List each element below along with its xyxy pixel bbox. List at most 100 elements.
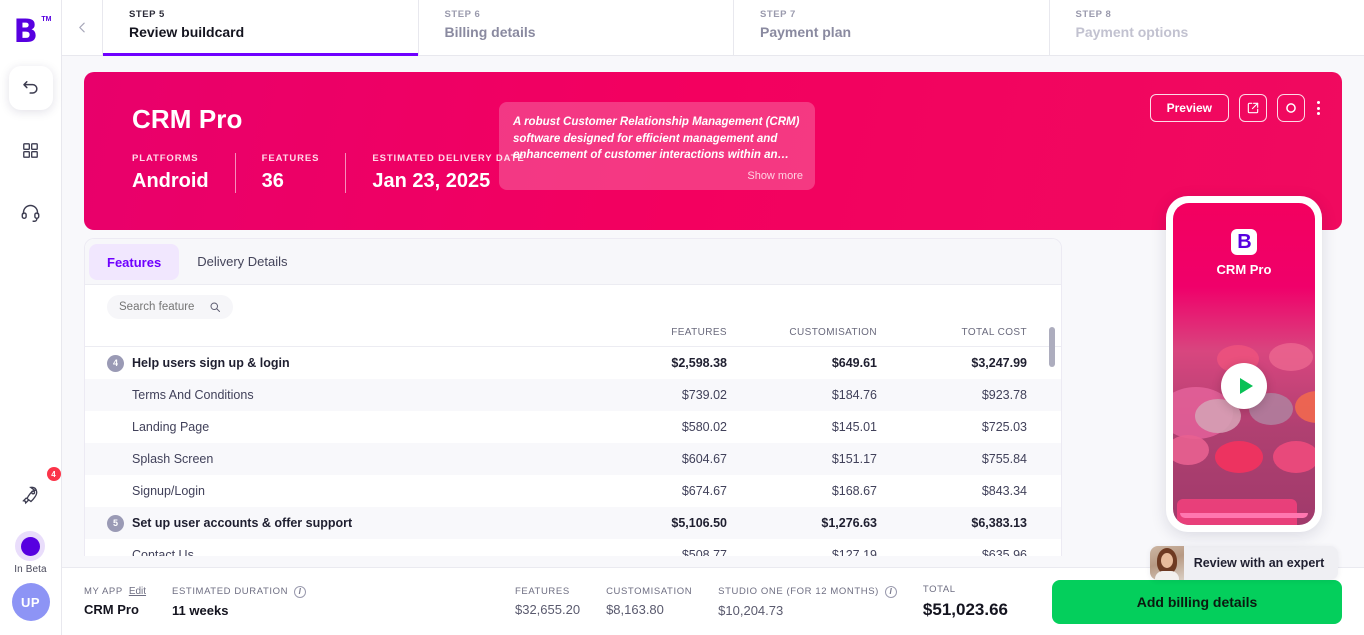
table-row[interactable]: Signup/Login $674.67 $168.67 $843.34 bbox=[85, 475, 1061, 507]
app-root: B TM bbox=[0, 0, 1364, 635]
footer-app-name: CRM Pro bbox=[84, 602, 146, 617]
stat-value: Android bbox=[132, 170, 209, 193]
status-circle-button[interactable] bbox=[1277, 94, 1305, 122]
table-header-row: FEATURES CUSTOMISATION TOTAL COST bbox=[85, 325, 1061, 347]
share-icon bbox=[1246, 101, 1260, 115]
tab-label: Delivery Details bbox=[197, 254, 287, 269]
column-header-features: FEATURES bbox=[577, 327, 727, 338]
decorative-blob bbox=[1295, 391, 1315, 423]
row-label: Splash Screen bbox=[132, 452, 213, 466]
row-name-cell: Splash Screen bbox=[107, 452, 577, 466]
decorative-blob bbox=[1273, 441, 1315, 473]
row-label: Help users sign up & login bbox=[132, 356, 290, 370]
row-features-cost: $674.67 bbox=[577, 484, 727, 498]
back-button[interactable] bbox=[62, 0, 102, 55]
decorative-blob bbox=[1215, 441, 1263, 473]
info-icon[interactable]: i bbox=[885, 586, 897, 598]
studio-label-text: STUDIO ONE (FOR 12 MONTHS) bbox=[718, 586, 879, 597]
step-name: Payment options bbox=[1076, 24, 1364, 40]
row-customisation-cost: $168.67 bbox=[727, 484, 877, 498]
column-header-total-cost: TOTAL COST bbox=[877, 327, 1027, 338]
footer-customisation-label: CUSTOMISATION bbox=[606, 586, 692, 597]
row-customisation-cost: $649.61 bbox=[727, 356, 877, 370]
updates-badge: 4 bbox=[47, 467, 61, 481]
row-total-cost: $725.03 bbox=[877, 420, 1027, 434]
search-input[interactable] bbox=[119, 301, 201, 313]
edit-app-link[interactable]: Edit bbox=[129, 586, 146, 597]
preview-button-label: Preview bbox=[1167, 101, 1212, 115]
tab-label: Features bbox=[107, 255, 161, 270]
step-tab-payment-options[interactable]: STEP 8 Payment options bbox=[1049, 0, 1364, 55]
preview-app-name: CRM Pro bbox=[1173, 262, 1315, 277]
buildcard-description: A robust Customer Relationship Managemen… bbox=[513, 114, 801, 164]
step-number: STEP 8 bbox=[1076, 9, 1364, 20]
support-button[interactable] bbox=[9, 190, 53, 234]
rocket-icon bbox=[20, 485, 41, 506]
tab-delivery-details[interactable]: Delivery Details bbox=[179, 239, 305, 284]
row-label: Landing Page bbox=[132, 420, 209, 434]
review-with-expert-button[interactable]: Review with an expert bbox=[1150, 546, 1339, 580]
footer-customisation-value: $8,163.80 bbox=[606, 602, 692, 617]
decorative-blob bbox=[1269, 343, 1313, 371]
updates-button[interactable]: 4 bbox=[9, 473, 53, 517]
undo-button[interactable] bbox=[9, 66, 53, 110]
chevron-left-icon bbox=[76, 21, 89, 34]
add-billing-details-button[interactable]: Add billing details bbox=[1052, 580, 1342, 624]
undo-icon bbox=[21, 78, 41, 98]
preview-app-logo-letter: B bbox=[1237, 231, 1250, 253]
table-row[interactable]: Contact Us $508.77 $127.19 $635.96 bbox=[85, 539, 1061, 556]
show-more-link[interactable]: Show more bbox=[747, 170, 803, 182]
table-scrollbar[interactable] bbox=[1049, 327, 1055, 367]
phone-mockup[interactable]: B CRM Pro bbox=[1166, 196, 1322, 532]
step-name: Payment plan bbox=[760, 24, 1049, 40]
row-total-cost: $635.96 bbox=[877, 548, 1027, 556]
footer-my-app-label: MY APP Edit bbox=[84, 586, 146, 597]
table-row[interactable]: 4 Help users sign up & login $2,598.38 $… bbox=[85, 347, 1061, 379]
footer-duration-value: 11 weeks bbox=[172, 603, 306, 618]
step-number: STEP 6 bbox=[445, 9, 734, 20]
decorative-blob bbox=[1177, 499, 1297, 525]
buildcard-description-card: A robust Customer Relationship Managemen… bbox=[499, 102, 815, 190]
row-customisation-cost: $184.76 bbox=[727, 388, 877, 402]
preview-app-logo: B bbox=[1231, 229, 1257, 255]
beta-indicator[interactable]: In Beta bbox=[14, 531, 46, 575]
table-row[interactable]: 5 Set up user accounts & offer support $… bbox=[85, 507, 1061, 539]
column-header-customisation: CUSTOMISATION bbox=[727, 327, 877, 338]
row-features-cost: $739.02 bbox=[577, 388, 727, 402]
brand-logo[interactable]: B TM bbox=[14, 14, 48, 48]
row-number-badge: 5 bbox=[107, 515, 124, 532]
table-row[interactable]: Terms And Conditions $739.02 $184.76 $92… bbox=[85, 379, 1061, 411]
row-customisation-cost: $127.19 bbox=[727, 548, 877, 556]
more-vertical-icon-dot bbox=[1317, 107, 1320, 110]
search-icon bbox=[209, 301, 221, 313]
play-video-button[interactable] bbox=[1221, 363, 1267, 409]
table-row[interactable]: Splash Screen $604.67 $151.17 $755.84 bbox=[85, 443, 1061, 475]
table-row[interactable]: Landing Page $580.02 $145.01 $725.03 bbox=[85, 411, 1061, 443]
apps-grid-button[interactable] bbox=[9, 128, 53, 172]
footer-features: FEATURES $32,655.20 bbox=[515, 586, 606, 617]
footer-total-label: TOTAL bbox=[923, 584, 1008, 595]
footer-duration-label: ESTIMATED DURATION i bbox=[172, 586, 306, 598]
row-total-cost: $843.34 bbox=[877, 484, 1027, 498]
user-avatar[interactable]: UP bbox=[12, 583, 50, 621]
search-row bbox=[85, 285, 1061, 325]
step-tab-review-buildcard[interactable]: STEP 5 Review buildcard bbox=[102, 0, 418, 55]
my-app-label-text: MY APP bbox=[84, 586, 123, 597]
beta-dot-inner bbox=[21, 537, 40, 556]
row-label: Contact Us bbox=[132, 548, 194, 556]
tab-features[interactable]: Features bbox=[89, 244, 179, 280]
search-feature-box[interactable] bbox=[107, 295, 233, 319]
phone-footer-strip bbox=[1180, 513, 1308, 518]
info-icon[interactable]: i bbox=[294, 586, 306, 598]
brand-trademark: TM bbox=[41, 16, 51, 23]
footer-studio-label: STUDIO ONE (FOR 12 MONTHS) i bbox=[718, 586, 897, 598]
row-customisation-cost: $145.01 bbox=[727, 420, 877, 434]
preview-button[interactable]: Preview bbox=[1150, 94, 1229, 122]
step-tab-payment-plan[interactable]: STEP 7 Payment plan bbox=[733, 0, 1049, 55]
content-area: CRM Pro PLATFORMS Android FEATURES 36 ES… bbox=[62, 56, 1364, 567]
more-options-button[interactable] bbox=[1315, 101, 1322, 115]
step-tab-billing-details[interactable]: STEP 6 Billing details bbox=[418, 0, 734, 55]
share-button[interactable] bbox=[1239, 94, 1267, 122]
footer-total: TOTAL $51,023.66 bbox=[923, 584, 1034, 620]
phone-screen: B CRM Pro bbox=[1173, 203, 1315, 525]
